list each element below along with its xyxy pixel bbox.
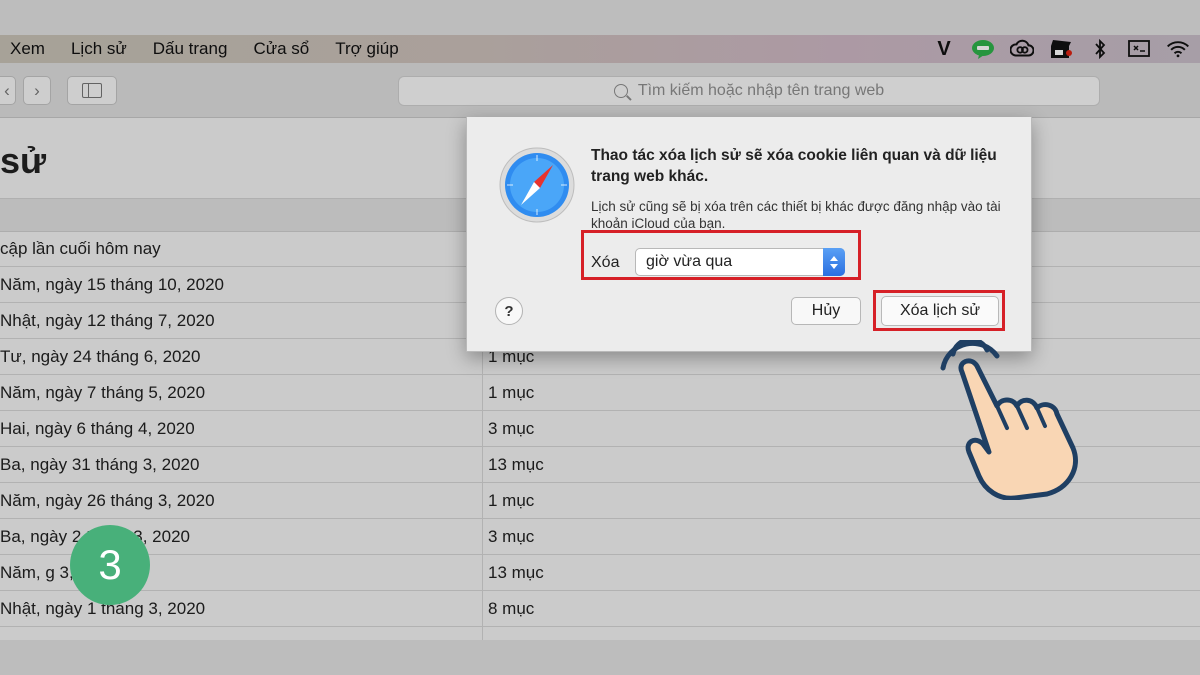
safari-compass-icon xyxy=(499,147,575,223)
creative-cloud-icon[interactable] xyxy=(1010,38,1034,60)
address-placeholder: Tìm kiếm hoặc nhập tên trang web xyxy=(637,82,885,99)
row-count: 3 mục xyxy=(488,419,535,438)
row-count: 1 mục xyxy=(488,491,535,510)
address-bar[interactable]: Tìm kiếm hoặc nhập tên trang web xyxy=(398,76,1100,106)
menu-window[interactable]: Cửa sổ xyxy=(253,39,309,59)
v-icon[interactable]: V xyxy=(932,38,956,60)
row-count: 3 mục xyxy=(488,527,535,546)
row-date: Tư, ngày 24 tháng 6, 2020 xyxy=(0,339,483,374)
menu-help[interactable]: Trợ giúp xyxy=(335,39,398,59)
row-count: 1 mục xyxy=(488,383,535,402)
table-row[interactable] xyxy=(0,627,1200,640)
display-icon[interactable] xyxy=(1127,38,1151,60)
wifi-icon[interactable] xyxy=(1166,38,1190,60)
back-icon: ‹ xyxy=(4,80,10,100)
row-date: Hai, ngày 6 tháng 4, 2020 xyxy=(0,411,483,446)
row-count: 13 mục xyxy=(488,455,544,474)
row-date: Năm, ngày 15 tháng 10, 2020 xyxy=(0,267,483,302)
clapper-icon[interactable] xyxy=(1049,38,1073,60)
tutorial-frame: Xem Lịch sử Dấu trang Cửa sổ Trợ giúp V xyxy=(0,0,1200,675)
row-date: Nhật, ngày 12 tháng 7, 2020 xyxy=(0,303,483,338)
select-stepper-icon xyxy=(823,248,845,276)
search-icon xyxy=(613,84,628,98)
row-count: 13 mục xyxy=(488,563,544,582)
dialog-subtitle: Lịch sử cũng sẽ bị xóa trên các thiết bị… xyxy=(591,199,1001,231)
row-date: Ba, ngày 31 tháng 3, 2020 xyxy=(0,447,483,482)
sidebar-toggle-button[interactable] xyxy=(67,76,117,105)
back-button[interactable]: ‹ xyxy=(0,76,16,105)
dialog-title: Thao tác xóa lịch sử sẽ xóa cookie liên … xyxy=(591,147,997,185)
row-date: Nhật, ngày 1 tháng 3, 2020 xyxy=(0,591,483,626)
row-date: Năm, ngày 7 tháng 5, 2020 xyxy=(0,375,483,410)
menu-bookmarks[interactable]: Dấu trang xyxy=(153,39,228,59)
clear-history-button[interactable]: Xóa lịch sử xyxy=(881,296,999,326)
delete-range-select[interactable]: giờ vừa qua xyxy=(635,248,845,276)
step-badge: 3 xyxy=(70,525,150,605)
line-icon[interactable] xyxy=(971,38,995,60)
clear-history-dialog: Thao tác xóa lịch sử sẽ xóa cookie liên … xyxy=(466,117,1032,352)
browser-toolbar: ‹ › Tìm kiếm hoặc nhập tên trang web xyxy=(0,63,1200,118)
sidebar-icon xyxy=(82,83,102,98)
menu-bar: Xem Lịch sử Dấu trang Cửa sổ Trợ giúp V xyxy=(0,35,1200,63)
cancel-button[interactable]: Hủy xyxy=(791,297,861,325)
table-row[interactable]: Ba, ngày 2 tháng 3, 20203 mục xyxy=(0,519,1200,555)
row-date: Năm, ngày 26 tháng 3, 2020 xyxy=(0,483,483,518)
row-date xyxy=(0,627,483,640)
row-count: 8 mục xyxy=(488,599,535,618)
delete-range-value: giờ vừa qua xyxy=(646,253,733,270)
table-row[interactable]: Nhật, ngày 1 tháng 3, 2020 8 mục xyxy=(0,591,1200,627)
pointing-hand-icon xyxy=(940,340,1078,500)
bluetooth-icon[interactable] xyxy=(1088,38,1112,60)
table-row[interactable]: Năm, g 3, 2020 13 mục xyxy=(0,555,1200,591)
forward-icon: › xyxy=(34,80,40,100)
menu-history[interactable]: Lịch sử xyxy=(71,39,127,59)
forward-button[interactable]: › xyxy=(23,76,51,105)
help-button[interactable]: ? xyxy=(495,297,523,325)
menu-view[interactable]: Xem xyxy=(10,39,45,59)
bottom-strip xyxy=(0,640,1200,675)
delete-range-label: Xóa xyxy=(591,254,620,271)
status-icons: V xyxy=(932,35,1190,63)
row-date: cập lần cuối hôm nay xyxy=(0,231,483,266)
page-title: sử xyxy=(0,140,47,181)
